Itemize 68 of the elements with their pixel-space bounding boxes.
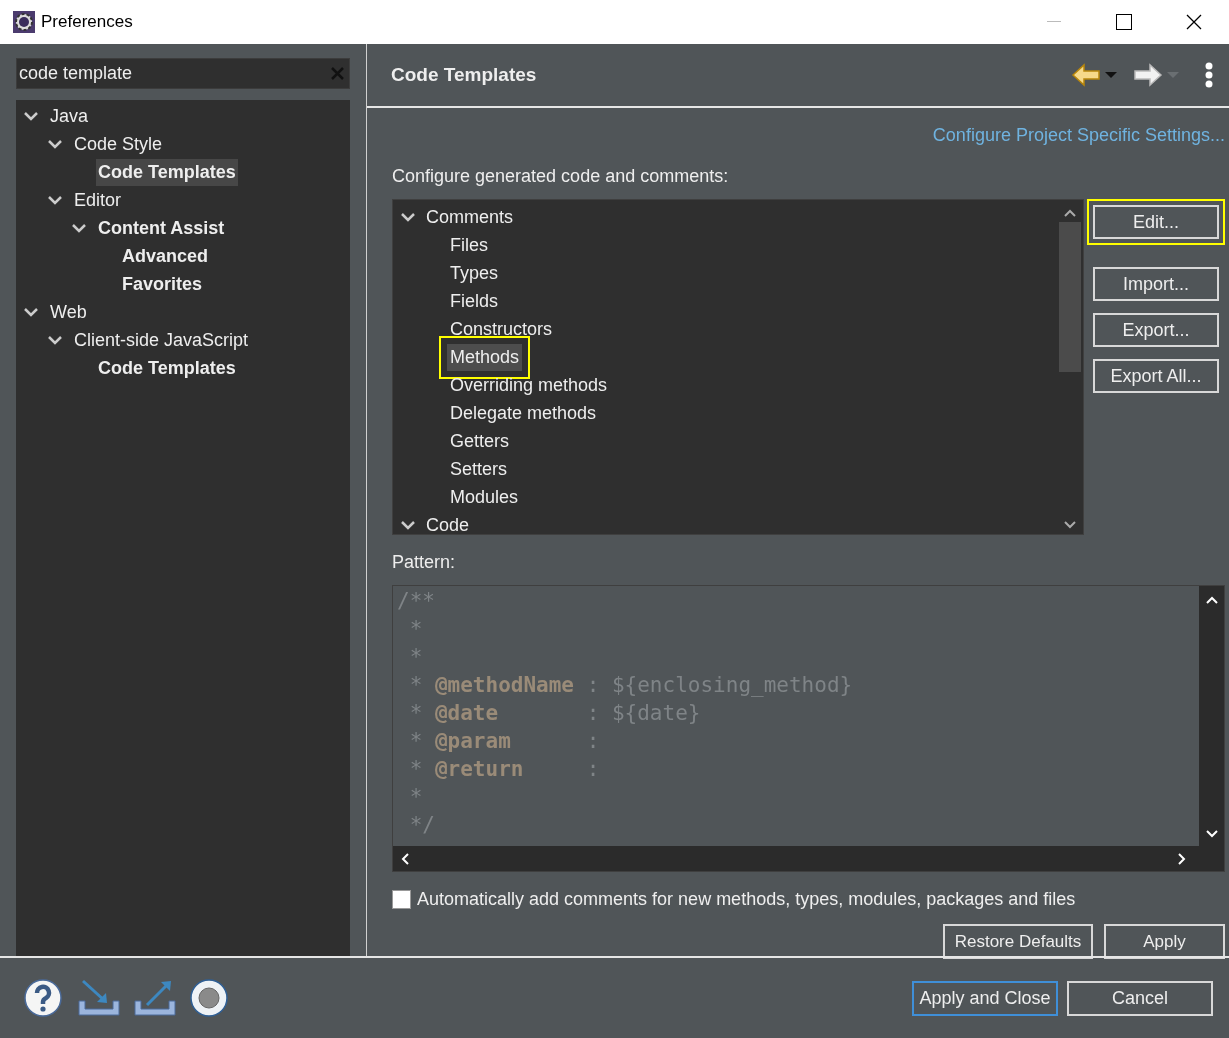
help-icon[interactable] (24, 979, 62, 1017)
scroll-up-icon[interactable] (1064, 209, 1076, 217)
tree-item[interactable]: Fields (447, 287, 501, 315)
tree-item[interactable]: Modules (447, 483, 522, 511)
forward-arrow-icon[interactable] (1133, 63, 1163, 87)
minimize-icon (1047, 21, 1061, 23)
tree-item[interactable]: Code (423, 511, 473, 534)
page-title: Code Templates (391, 62, 537, 87)
checkbox[interactable] (392, 890, 411, 909)
tree-item[interactable]: Code Style (72, 130, 165, 158)
tree-item[interactable]: Delegate methods (447, 399, 600, 427)
tree-item[interactable]: Content Assist (96, 214, 227, 242)
restore-defaults-button[interactable]: Restore Defaults (943, 924, 1093, 959)
tree-item[interactable]: Setters (447, 455, 511, 483)
dropdown-caret-icon[interactable] (1105, 71, 1117, 79)
maximize-icon (1116, 14, 1132, 30)
expand-icon[interactable] (401, 210, 415, 224)
dropdown-caret-icon (1167, 71, 1179, 79)
tree-item[interactable]: Advanced (120, 242, 211, 270)
code-line: * @return : (408, 756, 601, 783)
tree-item[interactable]: Web (48, 298, 89, 326)
tree-item[interactable]: Methods (447, 343, 523, 371)
expand-icon[interactable] (24, 109, 38, 123)
dialog-button[interactable]: Cancel (1067, 980, 1213, 1016)
scroll-down-icon[interactable] (1064, 521, 1076, 529)
app-icon (13, 11, 35, 33)
code-line: /** (397, 588, 436, 615)
tree-item[interactable]: Favorites (120, 270, 205, 298)
pattern-label: Pattern: (392, 551, 457, 574)
scroll-right-icon[interactable] (1178, 852, 1186, 865)
tree-item[interactable]: Code Templates (96, 158, 238, 186)
scroll-left-icon[interactable] (401, 852, 409, 865)
tree-item[interactable]: Client-side JavaScript (72, 326, 251, 354)
code-line: */ (408, 812, 436, 839)
record-icon[interactable] (190, 979, 228, 1017)
apply-button[interactable]: Apply (1104, 924, 1225, 959)
tree-item[interactable]: Getters (447, 427, 513, 455)
scrollbar-thumb[interactable] (1059, 222, 1081, 372)
horizontal-scrollbar[interactable] (393, 846, 1224, 871)
back-arrow-icon[interactable] (1071, 63, 1101, 87)
code-line: * (408, 616, 424, 643)
side-button[interactable]: Edit... (1087, 199, 1225, 245)
filter-field[interactable]: code template (16, 58, 350, 89)
tree-item[interactable]: Code Templates (96, 354, 238, 382)
description-label: Configure generated code and comments: (392, 165, 730, 188)
tree-item[interactable]: Types (447, 259, 502, 287)
tree-item[interactable]: Comments (423, 203, 517, 231)
export-icon[interactable] (133, 979, 177, 1017)
expand-icon[interactable] (24, 305, 38, 319)
tree-item[interactable]: Constructors (447, 315, 556, 343)
tree-item[interactable]: Files (447, 231, 491, 259)
checkbox-label[interactable]: Automatically add comments for new methods, types, modules, packages and files (417, 886, 1076, 913)
import-icon[interactable] (77, 979, 121, 1017)
code-line: * @param : (408, 728, 601, 755)
dialog-button[interactable]: Apply and Close (912, 980, 1058, 1016)
tree-item[interactable]: Editor (72, 186, 124, 214)
expand-icon[interactable] (72, 221, 86, 235)
window-title: Preferences (41, 11, 133, 34)
code-line: * (408, 644, 424, 671)
expand-icon[interactable] (48, 193, 62, 207)
expand-icon[interactable] (48, 137, 62, 151)
tree-item[interactable]: Java (48, 102, 91, 130)
expand-icon[interactable] (48, 333, 62, 347)
tree-item[interactable]: Overriding methods (447, 371, 611, 399)
code-line: * (408, 784, 424, 811)
expand-icon[interactable] (401, 518, 415, 532)
more-options-icon[interactable] (1205, 62, 1213, 88)
close-icon (1186, 14, 1202, 30)
